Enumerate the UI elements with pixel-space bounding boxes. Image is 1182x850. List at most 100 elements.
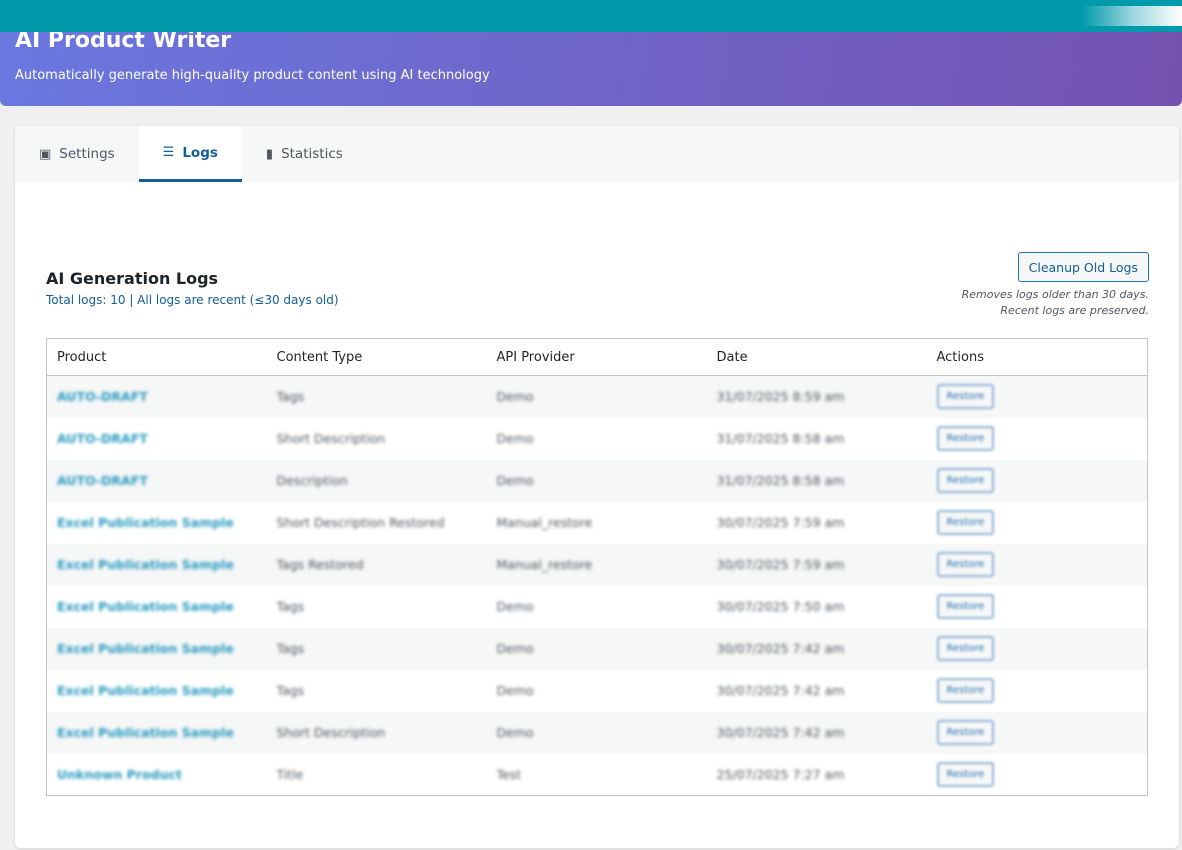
restore-button[interactable]: Restore — [936, 468, 995, 493]
content-type: Tags — [276, 683, 305, 698]
product-cell: AUTO-DRAFT — [46, 375, 267, 418]
content-type-cell: Title — [267, 754, 487, 796]
api-provider-cell: Manual_restore — [487, 502, 707, 544]
product-link[interactable]: Excel Publication Sample — [57, 599, 234, 614]
product-link[interactable]: Excel Publication Sample — [57, 683, 234, 698]
content-type: Tags — [276, 389, 305, 405]
content-type-cell: Tags Restored — [266, 543, 487, 586]
restore-button[interactable]: Restore — [936, 594, 995, 619]
section-title: AI Generation Logs — [46, 269, 219, 288]
top-bar-glow — [1082, 6, 1182, 26]
content-type-cell: Tags — [266, 627, 487, 670]
tab-bar: ▣ Settings ☰ Logs ▮ Statistics — [15, 126, 1179, 182]
content-type-cell: Short Description Restored — [267, 502, 487, 544]
tab-label: Statistics — [281, 146, 343, 162]
table-row: AUTO-DRAFT Short Description Demo 31/07/… — [47, 418, 1148, 460]
logs-table: Product Content Type API Provider Date A… — [46, 338, 1148, 796]
product-cell: Excel Publication Sample — [46, 627, 267, 670]
note-line: Removes logs older than 30 days. — [961, 288, 1149, 301]
tab-settings[interactable]: ▣ Settings — [15, 126, 139, 182]
api-provider: Demo — [496, 599, 534, 614]
cleanup-note: Removes logs older than 30 days. Recent … — [962, 287, 1149, 319]
table-row: Excel Publication Sample Tags Demo 30/07… — [47, 586, 1148, 628]
date-cell: 30/07/2025 7:50 am — [707, 586, 927, 628]
log-date: 30/07/2025 7:42 am — [716, 683, 845, 698]
content-type-cell: Description — [266, 459, 487, 502]
restore-button[interactable]: Restore — [936, 552, 995, 577]
api-provider-cell: Manual_restore — [486, 543, 707, 586]
tab-logs[interactable]: ☰ Logs — [138, 126, 242, 182]
log-date: 30/07/2025 7:42 am — [716, 725, 845, 740]
cleanup-old-logs-button[interactable]: Cleanup Old Logs — [1017, 252, 1149, 282]
date-cell: 25/07/2025 7:27 am — [707, 754, 927, 796]
content-type-cell: Short Description — [266, 711, 487, 754]
product-link[interactable]: AUTO-DRAFT — [57, 431, 148, 446]
restore-button[interactable]: Restore — [936, 426, 995, 451]
api-provider-cell: Demo — [486, 711, 707, 754]
restore-button[interactable]: Restore — [936, 761, 995, 787]
api-provider: Demo — [496, 683, 534, 698]
product-cell: AUTO-DRAFT — [47, 418, 267, 460]
log-date: 30/07/2025 7:59 am — [716, 515, 845, 530]
api-provider: Manual_restore — [496, 557, 593, 572]
api-provider: Test — [496, 766, 522, 782]
table-row: AUTO-DRAFT Description Demo 31/07/2025 8… — [46, 459, 1148, 502]
log-date: 25/07/2025 7:27 am — [716, 766, 845, 782]
actions-cell: Restore — [926, 711, 1148, 754]
api-provider-cell: Demo — [486, 375, 707, 418]
actions-cell: Restore — [926, 627, 1148, 670]
product-cell: Excel Publication Sample — [46, 711, 267, 754]
main-card: ▣ Settings ☰ Logs ▮ Statistics AI Generatio… — [15, 126, 1179, 848]
log-date: 31/07/2025 8:58 am — [716, 473, 845, 488]
list-icon: ☰ — [162, 145, 175, 160]
api-provider-cell: Test — [487, 754, 707, 796]
api-provider: Demo — [496, 473, 534, 488]
date-cell: 31/07/2025 8:58 am — [707, 418, 927, 460]
tab-label: Logs — [182, 144, 218, 161]
actions-cell: Restore — [927, 754, 1148, 796]
api-provider: Demo — [496, 389, 534, 405]
note-line: Recent logs are preserved. — [1000, 304, 1149, 317]
product-cell: Excel Publication Sample — [46, 543, 267, 586]
product-link[interactable]: Excel Publication Sample — [57, 641, 234, 656]
table-row: Excel Publication Sample Tags Restored M… — [46, 543, 1148, 586]
api-provider-cell: Demo — [487, 586, 707, 628]
tab-statistics[interactable]: ▮ Statistics — [242, 126, 367, 182]
product-link[interactable]: AUTO-DRAFT — [57, 389, 148, 404]
log-date: 31/07/2025 8:59 am — [716, 389, 845, 405]
content-type: Short Description Restored — [276, 515, 445, 530]
product-link[interactable]: Excel Publication Sample — [57, 725, 234, 740]
product-link[interactable]: Excel Publication Sample — [57, 515, 234, 530]
date-cell: 31/07/2025 8:59 am — [706, 375, 927, 418]
product-link[interactable]: Unknown Product — [57, 767, 182, 782]
restore-button[interactable]: Restore — [936, 384, 995, 410]
column-header: API Provider — [486, 338, 707, 376]
date-cell: 30/07/2025 7:59 am — [707, 502, 927, 544]
restore-button[interactable]: Restore — [936, 720, 995, 745]
product-link[interactable]: Excel Publication Sample — [57, 557, 234, 572]
actions-cell: Restore — [926, 375, 1148, 418]
table-row: Excel Publication Sample Short Descripti… — [46, 711, 1148, 754]
actions-cell: Restore — [927, 670, 1148, 712]
actions-cell: Restore — [927, 586, 1148, 628]
table-row: Unknown Product Title Test 25/07/2025 7:… — [47, 754, 1148, 796]
date-cell: 31/07/2025 8:58 am — [706, 459, 927, 502]
settings-icon: ▣ — [39, 146, 52, 162]
content-type-cell: Short Description — [267, 418, 487, 460]
api-provider: Demo — [496, 431, 534, 446]
restore-button[interactable]: Restore — [936, 678, 995, 703]
date-cell: 30/07/2025 7:59 am — [706, 543, 927, 586]
date-cell: 30/07/2025 7:42 am — [706, 711, 927, 754]
content-type: Tags — [276, 641, 305, 656]
restore-button[interactable]: Restore — [936, 510, 995, 535]
table-row: Excel Publication Sample Tags Demo 30/07… — [47, 670, 1148, 712]
product-cell: AUTO-DRAFT — [46, 459, 267, 502]
product-link[interactable]: AUTO-DRAFT — [57, 473, 148, 488]
column-header: Content Type — [266, 338, 487, 376]
api-provider-cell: Demo — [487, 670, 707, 712]
restore-button[interactable]: Restore — [936, 636, 995, 661]
api-provider-cell: Demo — [486, 627, 707, 670]
table-row: Excel Publication Sample Tags Demo 30/07… — [46, 627, 1148, 670]
content-type: Title — [276, 766, 304, 782]
date-cell: 30/07/2025 7:42 am — [707, 670, 927, 712]
